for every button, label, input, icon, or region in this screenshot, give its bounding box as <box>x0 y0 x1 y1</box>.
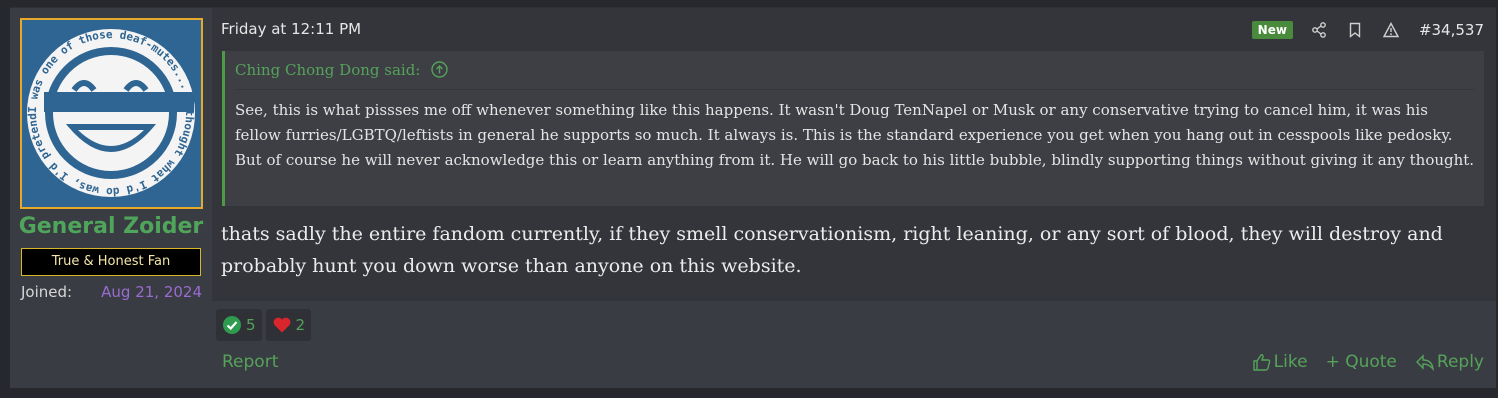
post-body: Friday at 12:11 PM New #34,537 Ching Cho… <box>212 8 1496 301</box>
post-header-actions: New #34,537 <box>1251 19 1484 41</box>
reaction-count: 5 <box>246 316 256 334</box>
forum-post: I was one of those deaf-mutes... I thoug… <box>10 7 1496 388</box>
reply-arrow-icon <box>1415 354 1434 371</box>
reaction-count: 2 <box>295 316 306 334</box>
joined-label: Joined: <box>21 283 73 301</box>
reply-button[interactable]: Reply <box>1415 352 1484 372</box>
laughing-man-logo-icon: I was one of those deaf-mutes... I thoug… <box>22 20 201 207</box>
avatar[interactable]: I was one of those deaf-mutes... I thoug… <box>20 18 203 209</box>
post-message: thats sadly the entire fandom currently,… <box>221 223 1443 277</box>
quote-text: See, this is what pissses me off wheneve… <box>235 89 1475 173</box>
user-info-column: I was one of those deaf-mutes... I thoug… <box>10 8 212 388</box>
reply-label: Reply <box>1436 352 1484 372</box>
post-footer: 5 2 Report Like + Quote Reply <box>212 301 1496 388</box>
user-title-badge: True & Honest Fan <box>21 248 201 276</box>
reaction-love[interactable]: 2 <box>265 309 312 341</box>
quote-author[interactable]: Ching Chong Dong said: <box>235 61 420 79</box>
quote-label: + Quote <box>1325 352 1397 372</box>
post-number[interactable]: #34,537 <box>1419 21 1484 39</box>
jump-to-quote-icon[interactable] <box>431 61 448 82</box>
heart-icon <box>273 317 290 333</box>
warning-icon[interactable] <box>1382 22 1400 38</box>
post-date[interactable]: Friday at 12:11 PM <box>221 20 361 38</box>
username[interactable]: General Zoider <box>10 214 212 239</box>
quote-header[interactable]: Ching Chong Dong said: <box>235 61 448 82</box>
report-link[interactable]: Report <box>222 352 278 372</box>
reactions-bar: 5 2 <box>216 309 312 341</box>
like-button[interactable]: Like <box>1252 352 1308 372</box>
thumbs-up-icon <box>1252 354 1270 371</box>
reaction-agree[interactable]: 5 <box>216 309 262 341</box>
post-actions: Like + Quote Reply <box>1252 352 1484 372</box>
post-main: Friday at 12:11 PM New #34,537 Ching Cho… <box>212 8 1496 388</box>
quote-block: Ching Chong Dong said: See, this is what… <box>222 51 1484 206</box>
like-label: Like <box>1273 352 1308 372</box>
new-badge: New <box>1251 21 1293 39</box>
share-icon[interactable] <box>1311 22 1327 38</box>
joined-date: Aug 21, 2024 <box>101 283 202 301</box>
quote-button[interactable]: + Quote <box>1326 352 1397 372</box>
bookmark-icon[interactable] <box>1347 22 1363 38</box>
checkmark-icon <box>223 316 241 334</box>
